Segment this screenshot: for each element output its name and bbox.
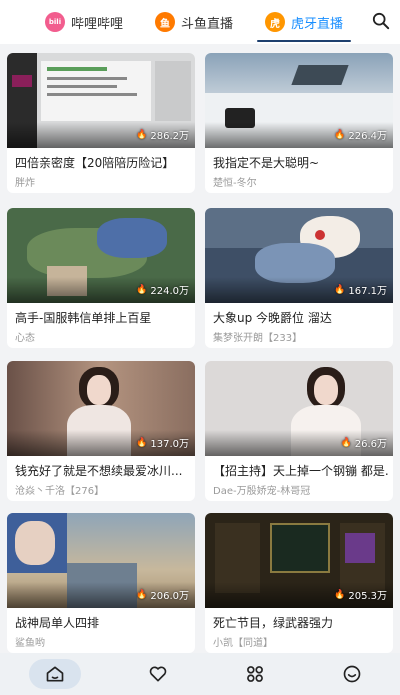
viewer-count: 🔥 137.0万 <box>136 435 189 451</box>
smile-icon <box>343 665 360 683</box>
stream-thumbnail: 🔥 167.1万 <box>205 208 393 303</box>
stream-card[interactable]: 🔥 206.0万 战神局单人四排 鲨鱼哟 <box>7 513 195 653</box>
stream-card[interactable]: 🔥 167.1万 大象up 今晚爵位 溜达 集梦张开朗【233】 <box>205 208 393 348</box>
streamer-name: Dae-万殷娇宠-林哥冠 <box>213 486 311 497</box>
stream-title: 【招主持】天上掉一个钢镚 都是... <box>213 464 389 478</box>
fire-icon: 🔥 <box>334 284 346 295</box>
stream-title: 战神局单人四排 <box>15 616 100 630</box>
viewer-count: 🔥 226.4万 <box>334 127 387 143</box>
stream-thumbnail: 🔥 205.3万 <box>205 513 393 608</box>
stream-title: 大象up 今晚爵位 溜达 <box>213 311 332 325</box>
stream-title: 高手-国服韩信单排上百星 <box>15 311 152 325</box>
stream-title: 我指定不是大聪明~ <box>213 156 320 170</box>
tab-label: 虎牙直播 <box>291 16 344 32</box>
viewer-count-text: 167.1万 <box>348 286 387 297</box>
viewer-count: 🔥 205.3万 <box>334 587 387 603</box>
stream-thumbnail: 🔥 224.0万 <box>7 208 195 303</box>
home-icon <box>46 666 63 682</box>
stream-thumbnail: 🔥 26.6万 <box>205 361 393 456</box>
fire-icon: 🔥 <box>136 284 148 295</box>
streamer-name: 鲨鱼哟 <box>15 638 45 649</box>
tab-bilibili[interactable]: bili 哔哩哔哩 <box>45 0 123 44</box>
viewer-count-text: 205.3万 <box>348 591 387 602</box>
fire-icon: 🔥 <box>136 589 148 600</box>
viewer-count: 🔥 167.1万 <box>334 282 387 298</box>
top-tab-bar: bili 哔哩哔哩 鱼 斗鱼直播 虎 虎牙直播 <box>0 0 400 44</box>
fire-icon: 🔥 <box>340 437 352 448</box>
stream-thumbnail: 🔥 286.2万 <box>7 53 195 148</box>
streamer-name: 小凯【同道】 <box>213 638 273 649</box>
stream-thumbnail: 🔥 206.0万 <box>7 513 195 608</box>
stream-card[interactable]: 🔥 286.2万 四倍亲密度【20陪陪历险记】 胖炸 <box>7 53 195 193</box>
viewer-count: 🔥 224.0万 <box>136 282 189 298</box>
stream-thumbnail: 🔥 137.0万 <box>7 361 195 456</box>
streamer-name: 胖炸 <box>15 178 35 189</box>
stream-card[interactable]: 🔥 137.0万 钱充好了就是不想续最爱冰川... 沧焱丶千洛【276】 <box>7 361 195 501</box>
nav-favorites[interactable] <box>138 653 178 695</box>
streamer-name: 沧焱丶千洛【276】 <box>15 486 105 497</box>
stream-title: 死亡节目，绿武器强力 <box>213 616 334 630</box>
viewer-count: 🔥 26.6万 <box>340 435 387 451</box>
fire-icon: 🔥 <box>334 129 346 140</box>
nav-profile[interactable] <box>332 653 372 695</box>
fire-icon: 🔥 <box>136 437 148 448</box>
tab-label: 斗鱼直播 <box>181 16 234 32</box>
nav-home[interactable] <box>28 659 81 689</box>
viewer-count-text: 137.0万 <box>150 439 189 450</box>
bottom-nav-bar <box>0 653 400 695</box>
tab-huya[interactable]: 虎 虎牙直播 <box>256 0 352 44</box>
streamer-name: 楚恒-冬尔 <box>213 178 257 189</box>
search-icon[interactable] <box>372 12 390 30</box>
stream-card[interactable]: 🔥 226.4万 我指定不是大聪明~ 楚恒-冬尔 <box>205 53 393 193</box>
grid-icon <box>246 666 263 682</box>
stream-card[interactable]: 🔥 205.3万 死亡节目，绿武器强力 小凯【同道】 <box>205 513 393 653</box>
bilibili-logo-icon: bili <box>45 12 65 32</box>
viewer-count-text: 224.0万 <box>150 286 189 297</box>
nav-categories[interactable] <box>235 653 275 695</box>
streamer-name: 心态 <box>15 333 35 344</box>
streamer-name: 集梦张开朗【233】 <box>213 333 303 344</box>
viewer-count-text: 286.2万 <box>150 131 189 142</box>
heart-icon <box>149 666 166 682</box>
huya-logo-icon: 虎 <box>265 12 285 32</box>
stream-card[interactable]: 🔥 224.0万 高手-国服韩信单排上百星 心态 <box>7 208 195 348</box>
tab-douyu[interactable]: 鱼 斗鱼直播 <box>155 0 233 44</box>
viewer-count: 🔥 286.2万 <box>136 127 189 143</box>
stream-title: 钱充好了就是不想续最爱冰川... <box>15 464 183 478</box>
tab-label: 哔哩哔哩 <box>71 16 124 32</box>
viewer-count-text: 206.0万 <box>150 591 189 602</box>
viewer-count: 🔥 206.0万 <box>136 587 189 603</box>
stream-card[interactable]: 🔥 26.6万 【招主持】天上掉一个钢镚 都是... Dae-万殷娇宠-林哥冠 <box>205 361 393 501</box>
douyu-logo-icon: 鱼 <box>155 12 175 32</box>
viewer-count-text: 26.6万 <box>354 439 387 450</box>
stream-title: 四倍亲密度【20陪陪历险记】 <box>15 156 175 170</box>
viewer-count-text: 226.4万 <box>348 131 387 142</box>
fire-icon: 🔥 <box>334 589 346 600</box>
stream-thumbnail: 🔥 226.4万 <box>205 53 393 148</box>
fire-icon: 🔥 <box>136 129 148 140</box>
